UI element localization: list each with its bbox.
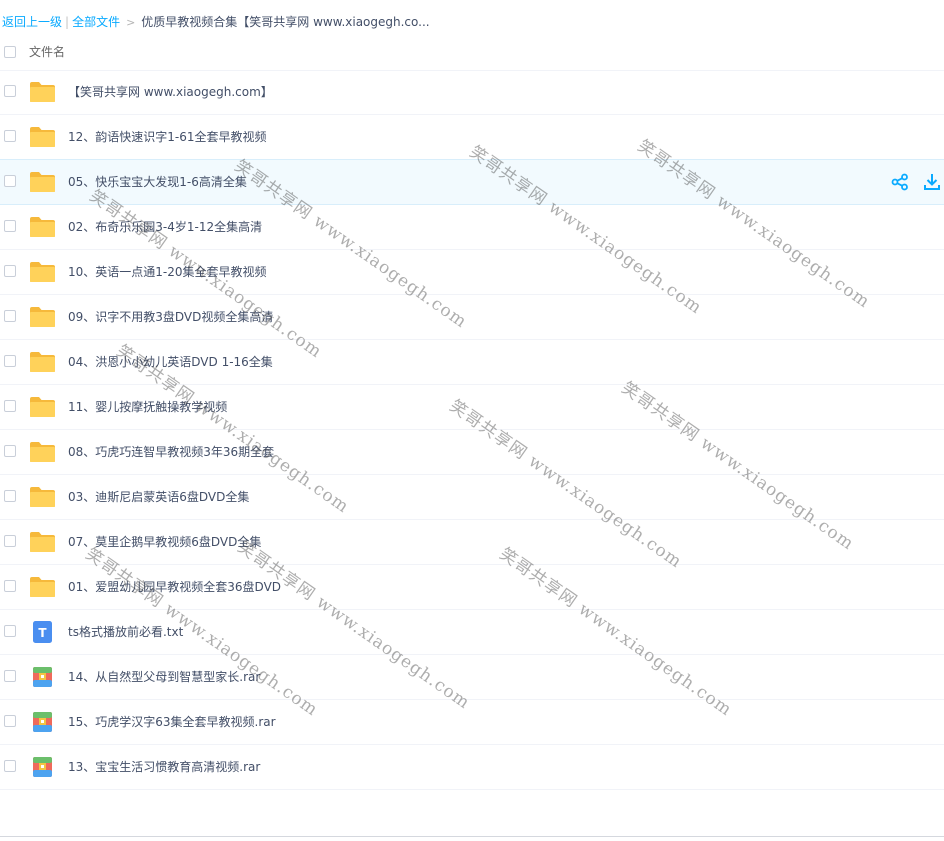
- folder-icon: [29, 576, 56, 598]
- file-name[interactable]: 12、韵语快速识字1-61全套早教视频: [68, 115, 267, 159]
- all-files-link[interactable]: 全部文件: [72, 15, 120, 29]
- folder-icon: [29, 261, 56, 283]
- file-list: 【笑哥共享网 www.xiaogegh.com】 12、韵语快速识字1-61全套早…: [0, 70, 944, 790]
- breadcrumb: 返回上一级 | 全部文件 > 优质早教视频合集【笑哥共享网 www.xiaogegh.c…: [2, 12, 430, 32]
- file-row[interactable]: 【笑哥共享网 www.xiaogegh.com】: [0, 70, 944, 115]
- divider: [0, 836, 944, 837]
- row-checkbox[interactable]: [4, 580, 16, 592]
- folder-icon: [29, 396, 56, 418]
- file-row[interactable]: 11、婴儿按摩抚触操教学视频: [0, 385, 944, 430]
- archive-file-icon: [29, 756, 56, 778]
- filename-column-header[interactable]: 文件名: [29, 36, 65, 68]
- archive-file-icon: [29, 666, 56, 688]
- breadcrumb-separator: |: [65, 15, 70, 29]
- file-name[interactable]: 07、莫里企鹅早教视频6盘DVD全集: [68, 520, 261, 564]
- row-checkbox[interactable]: [4, 715, 16, 727]
- file-name[interactable]: 08、巧虎巧连智早教视频3年36期全套: [68, 430, 274, 474]
- row-checkbox[interactable]: [4, 625, 16, 637]
- text-file-icon: T: [29, 621, 56, 643]
- file-row[interactable]: 01、爱盟幼儿园早教视频全套36盘DVD: [0, 565, 944, 610]
- file-row[interactable]: 08、巧虎巧连智早教视频3年36期全套: [0, 430, 944, 475]
- download-icon[interactable]: [923, 173, 941, 191]
- list-header: 文件名: [0, 36, 944, 71]
- row-checkbox[interactable]: [4, 175, 16, 187]
- file-row[interactable]: 14、从自然型父母到智慧型家长.rar: [0, 655, 944, 700]
- file-name[interactable]: 15、巧虎学汉字63集全套早教视频.rar: [68, 700, 276, 744]
- file-name[interactable]: 14、从自然型父母到智慧型家长.rar: [68, 655, 260, 699]
- folder-icon: [29, 216, 56, 238]
- file-name[interactable]: 09、识字不用教3盘DVD视频全集高清: [68, 295, 273, 339]
- breadcrumb-arrow: >: [126, 16, 136, 29]
- row-checkbox[interactable]: [4, 445, 16, 457]
- file-name[interactable]: 05、快乐宝宝大发现1-6高清全集: [68, 160, 247, 204]
- share-icon[interactable]: [891, 173, 909, 191]
- file-row[interactable]: 02、布奇乐乐园3-4岁1-12全集高清: [0, 205, 944, 250]
- file-row[interactable]: 13、宝宝生活习惯教育高清视频.rar: [0, 745, 944, 790]
- select-all-checkbox[interactable]: [4, 46, 16, 58]
- row-checkbox[interactable]: [4, 355, 16, 367]
- file-name[interactable]: 【笑哥共享网 www.xiaogegh.com】: [68, 70, 273, 114]
- archive-file-icon: [29, 711, 56, 733]
- folder-icon: [29, 171, 56, 193]
- row-checkbox[interactable]: [4, 130, 16, 142]
- file-name[interactable]: 13、宝宝生活习惯教育高清视频.rar: [68, 745, 260, 789]
- file-name[interactable]: 10、英语一点通1-20集全套早教视频: [68, 250, 267, 294]
- file-name[interactable]: 04、洪恩小小幼儿英语DVD 1-16全集: [68, 340, 273, 384]
- row-checkbox[interactable]: [4, 310, 16, 322]
- file-name[interactable]: 03、迪斯尼启蒙英语6盘DVD全集: [68, 475, 249, 519]
- row-checkbox[interactable]: [4, 535, 16, 547]
- file-row[interactable]: 15、巧虎学汉字63集全套早教视频.rar: [0, 700, 944, 745]
- file-row[interactable]: 04、洪恩小小幼儿英语DVD 1-16全集: [0, 340, 944, 385]
- folder-icon: [29, 351, 56, 373]
- folder-icon: [29, 486, 56, 508]
- file-row[interactable]: 12、韵语快速识字1-61全套早教视频: [0, 115, 944, 160]
- svg-text:T: T: [38, 626, 47, 640]
- row-checkbox[interactable]: [4, 265, 16, 277]
- file-name[interactable]: 02、布奇乐乐园3-4岁1-12全集高清: [68, 205, 262, 249]
- file-row[interactable]: 09、识字不用教3盘DVD视频全集高清: [0, 295, 944, 340]
- row-checkbox[interactable]: [4, 670, 16, 682]
- file-name[interactable]: 11、婴儿按摩抚触操教学视频: [68, 385, 227, 429]
- file-row[interactable]: 03、迪斯尼启蒙英语6盘DVD全集: [0, 475, 944, 520]
- file-row[interactable]: Tts格式播放前必看.txt: [0, 610, 944, 655]
- file-name[interactable]: ts格式播放前必看.txt: [68, 610, 183, 654]
- folder-icon: [29, 441, 56, 463]
- file-name[interactable]: 01、爱盟幼儿园早教视频全套36盘DVD: [68, 565, 281, 609]
- back-link[interactable]: 返回上一级: [2, 15, 62, 29]
- row-checkbox[interactable]: [4, 220, 16, 232]
- folder-icon: [29, 81, 56, 103]
- file-row[interactable]: 05、快乐宝宝大发现1-6高清全集: [0, 159, 944, 205]
- breadcrumb-current: 优质早教视频合集【笑哥共享网 www.xiaogegh.co...: [141, 15, 430, 29]
- row-checkbox[interactable]: [4, 400, 16, 412]
- file-row[interactable]: 10、英语一点通1-20集全套早教视频: [0, 250, 944, 295]
- row-checkbox[interactable]: [4, 85, 16, 97]
- file-row[interactable]: 07、莫里企鹅早教视频6盘DVD全集: [0, 520, 944, 565]
- folder-icon: [29, 306, 56, 328]
- folder-icon: [29, 126, 56, 148]
- row-checkbox[interactable]: [4, 490, 16, 502]
- row-checkbox[interactable]: [4, 760, 16, 772]
- folder-icon: [29, 531, 56, 553]
